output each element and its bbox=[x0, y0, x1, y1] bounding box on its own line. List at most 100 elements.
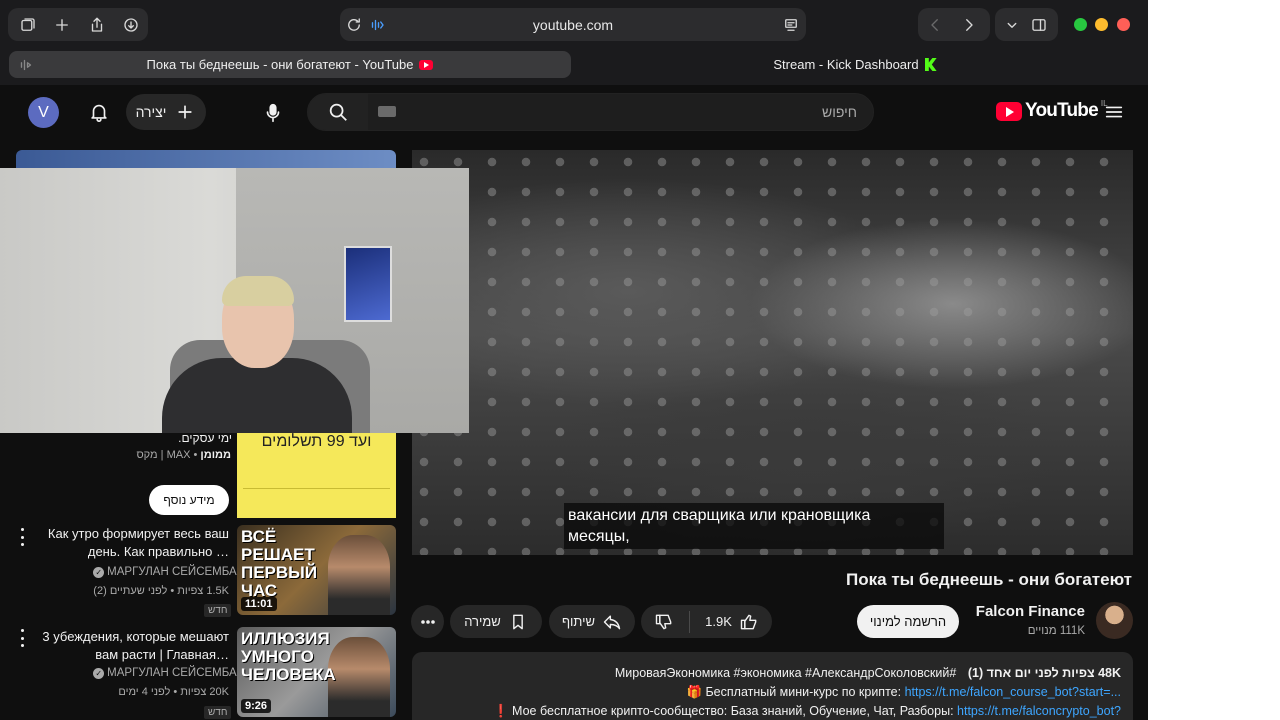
share-button[interactable]: שיתוף bbox=[549, 605, 635, 638]
related-video-title[interactable]: 3 убеждения, которые мешают вам расти | … bbox=[29, 628, 229, 664]
chevron-down-icon[interactable] bbox=[1001, 14, 1023, 36]
sidebar-toggle-icon[interactable] bbox=[17, 14, 39, 36]
verified-icon: ✓ bbox=[93, 667, 105, 679]
reader-mode-icon[interactable] bbox=[780, 14, 802, 36]
tab-kick[interactable]: Stream - Kick Dashboard bbox=[575, 51, 1135, 78]
tab-youtube[interactable]: Пока ты беднеешь - они богатеют - YouTub… bbox=[9, 51, 571, 78]
description-line-course: 🎁 Бесплатный мини-курс по крипте: https:… bbox=[686, 685, 1121, 700]
webcam-person-hair bbox=[222, 276, 294, 306]
more-info-button[interactable]: מידע נוסף bbox=[149, 485, 229, 515]
video-player[interactable]: вакансии для сварщика или крановщика мес… bbox=[412, 150, 1133, 555]
like-icon[interactable] bbox=[739, 612, 759, 632]
reload-icon[interactable] bbox=[343, 14, 365, 36]
microphone-icon bbox=[266, 103, 280, 123]
dislike-icon[interactable] bbox=[654, 612, 674, 632]
browser-chrome: youtube.com Пока ты беднеешь - они богат… bbox=[0, 0, 1148, 85]
ad-thumbnail[interactable]: ועד 99 תשלומים bbox=[237, 433, 396, 518]
share-label: שיתוף bbox=[561, 614, 596, 629]
tab-audio-icon[interactable] bbox=[15, 54, 37, 76]
community-link[interactable]: https://t.me/falconcrypto_bot? bbox=[957, 704, 1121, 718]
search-bar[interactable]: חיפוש bbox=[307, 93, 874, 131]
caption-line-2: месяцы, bbox=[568, 528, 630, 545]
search-input[interactable]: חיפוש bbox=[822, 104, 857, 120]
related-thumbnail[interactable]: ВСЁ РЕШАЕТ ПЕРВЫЙ ЧАС 11:01 bbox=[237, 525, 396, 615]
forward-icon[interactable] bbox=[958, 14, 980, 36]
create-button[interactable]: יצירה bbox=[126, 94, 206, 130]
related-meta: 20K צפיות • לפני 4 ימים bbox=[118, 686, 229, 698]
like-count[interactable]: 1.9K bbox=[705, 614, 732, 629]
logo-wordmark: YouTube bbox=[1025, 100, 1099, 121]
tab-title: Stream - Kick Dashboard bbox=[773, 57, 919, 72]
masthead: V יצירה חיפוש YouTube IL bbox=[0, 85, 1148, 141]
new-badge: חדש bbox=[204, 706, 232, 719]
advertiser-name: MAX | מקס bbox=[136, 449, 191, 461]
more-options-icon[interactable] bbox=[17, 629, 27, 647]
video-duration: 11:01 bbox=[241, 597, 277, 611]
new-tab-icon[interactable] bbox=[51, 14, 73, 36]
window-zoom-button[interactable] bbox=[1074, 18, 1087, 31]
hashtags[interactable]: #МироваяЭкономика #экономика #АлександрС… bbox=[615, 666, 956, 680]
ad-thumbnail-text: ועד 99 תשלומים bbox=[261, 433, 372, 450]
webcam-person-body bbox=[162, 358, 352, 433]
subscribe-button[interactable]: הרשמה למינוי bbox=[857, 605, 959, 638]
caption-line-1: вакансии для сварщика или крановщика bbox=[568, 507, 871, 524]
webcam-poster bbox=[344, 246, 392, 322]
thumbnail-face bbox=[328, 637, 390, 717]
thumbnail-face bbox=[328, 535, 390, 615]
video-duration: 9:26 bbox=[241, 699, 272, 713]
downloads-icon[interactable] bbox=[120, 14, 142, 36]
tab-title: Пока ты беднеешь - они богатеют - YouTub… bbox=[146, 57, 414, 72]
related-channel[interactable]: ✓ МАРГУЛАН СЕЙСЕМБАЙ bbox=[93, 566, 245, 578]
save-button[interactable]: שמירה bbox=[450, 605, 542, 638]
ad-fine-print bbox=[243, 488, 390, 510]
related-channel-name: МАРГУЛАН СЕЙСЕМБАЙ bbox=[107, 566, 245, 578]
ad-title[interactable]: ימי עסקים. bbox=[178, 431, 232, 445]
share-arrow-icon bbox=[603, 614, 621, 629]
related-video-title[interactable]: Как утро формирует весь ваш день. Как пр… bbox=[29, 525, 229, 561]
sponsored-label: ממומן bbox=[200, 449, 231, 461]
subscriber-count: 111K מנויים bbox=[1027, 625, 1085, 637]
ad-meta: ממומן • MAX | מקס bbox=[136, 449, 231, 461]
youtube-favicon-icon bbox=[419, 59, 434, 70]
share-icon[interactable] bbox=[86, 14, 108, 36]
description-line-community: ❗ Мое бесплатное крипто-сообщество: База… bbox=[493, 704, 1121, 719]
related-thumbnail[interactable]: ИЛЛЮЗИЯ УМНОГО ЧЕЛОВЕКА 9:26 bbox=[237, 627, 396, 717]
address-bar[interactable]: youtube.com bbox=[340, 8, 806, 41]
like-separator bbox=[689, 610, 691, 633]
search-icon bbox=[329, 103, 347, 121]
keyboard-icon[interactable] bbox=[378, 106, 396, 117]
desktop-background bbox=[1148, 0, 1280, 720]
plus-icon bbox=[179, 105, 192, 119]
sidebar-icon[interactable] bbox=[1028, 14, 1050, 36]
more-actions-button[interactable] bbox=[411, 605, 444, 638]
account-avatar[interactable]: V bbox=[28, 97, 59, 128]
course-link[interactable]: https://t.me/falcon_course_bot?start=... bbox=[905, 685, 1121, 699]
video-crowd-texture bbox=[412, 150, 1133, 555]
create-label: יצירה bbox=[135, 104, 167, 120]
thumbnail-caption: ВСЁ РЕШАЕТ ПЕРВЫЙ ЧАС bbox=[241, 527, 318, 600]
new-badge: חדש bbox=[204, 604, 232, 617]
description-box[interactable]: 48K צפיות לפני יום אחד (1) #МироваяЭконо… bbox=[412, 652, 1133, 720]
description-header: 48K צפיות לפני יום אחד (1) #МироваяЭконо… bbox=[615, 666, 1121, 680]
window-close-button[interactable] bbox=[1117, 18, 1130, 31]
youtube-page: V יצירה חיפוש YouTube IL вакансии для св… bbox=[0, 85, 1148, 720]
more-horizontal-icon bbox=[420, 619, 435, 624]
search-button[interactable] bbox=[308, 94, 368, 130]
channel-name[interactable]: Falcon Finance bbox=[976, 603, 1085, 620]
save-label: שמירה bbox=[464, 614, 501, 629]
webcam-overlay bbox=[0, 168, 469, 433]
window-minimize-button[interactable] bbox=[1095, 18, 1108, 31]
thumbnail-caption: ИЛЛЮЗИЯ УМНОГО ЧЕЛОВЕКА bbox=[241, 629, 336, 684]
voice-search-button[interactable] bbox=[253, 93, 293, 133]
channel-avatar[interactable] bbox=[1096, 602, 1133, 639]
related-channel[interactable]: ✓ МАРГУЛАН СЕЙСЕМБАЙ bbox=[93, 667, 245, 679]
view-stats: 48K צפיות לפני יום אחד (1) bbox=[967, 666, 1121, 680]
audio-playing-icon[interactable] bbox=[366, 14, 388, 36]
back-icon[interactable] bbox=[924, 14, 946, 36]
hamburger-menu-icon[interactable] bbox=[1102, 100, 1126, 124]
youtube-logo[interactable]: YouTube IL bbox=[996, 99, 1108, 122]
more-options-icon[interactable] bbox=[17, 528, 27, 546]
notifications-bell-icon[interactable] bbox=[86, 99, 112, 125]
community-text: ❗ Мое бесплатное крипто-сообщество: База… bbox=[493, 704, 958, 718]
verified-icon: ✓ bbox=[93, 566, 105, 578]
